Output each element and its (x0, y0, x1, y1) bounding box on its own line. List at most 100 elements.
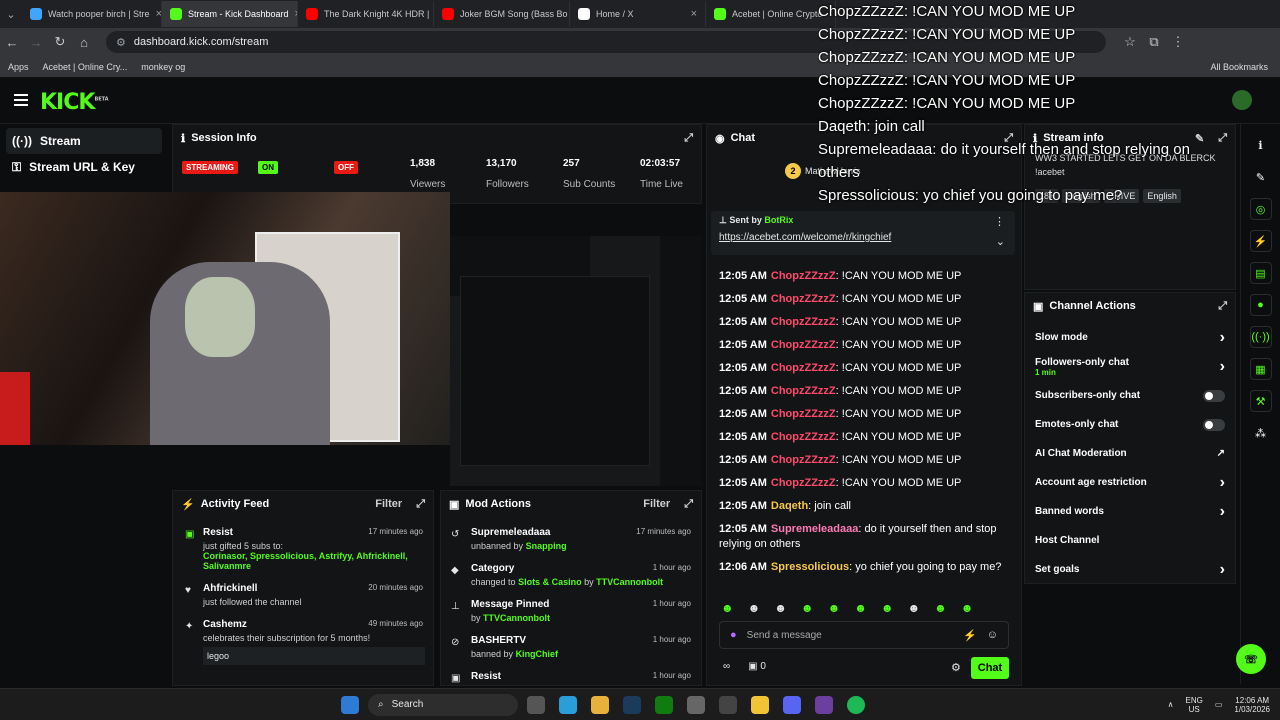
expand-icon[interactable]: ⤢ (1218, 132, 1227, 145)
browser-tab[interactable]: Home / X × (570, 1, 706, 27)
chevron-down-icon[interactable]: ⌄ (996, 235, 1005, 248)
chevron-right-icon[interactable]: › (1220, 474, 1225, 492)
spotify-icon[interactable] (847, 695, 865, 714)
kick-logo[interactable]: KICKBETA (40, 90, 109, 115)
emoji-icon[interactable]: ☺ (987, 629, 998, 641)
more-icon[interactable]: ⋮ (994, 215, 1005, 228)
support-icon[interactable]: ☏ (1236, 644, 1266, 674)
xbox-icon[interactable] (655, 695, 673, 714)
gift-icon[interactable]: ▣ 0 (748, 661, 766, 672)
mod-filter-button[interactable]: Filter (643, 498, 670, 510)
bookmark-monkey[interactable]: monkey og (141, 62, 185, 72)
chat-username[interactable]: ChopzZZzzZ (771, 339, 836, 351)
back-icon[interactable]: ← (0, 35, 24, 50)
raid-icon[interactable]: ⚡ (1249, 230, 1272, 252)
home-icon[interactable]: ⌂ (72, 35, 96, 50)
chat-username[interactable]: ChopzZZzzZ (771, 362, 836, 374)
external-link-icon[interactable]: ↗ (1217, 448, 1225, 459)
forward-icon[interactable]: → (24, 35, 48, 50)
app-icon[interactable] (687, 695, 705, 714)
chevron-right-icon[interactable]: › (1220, 329, 1225, 347)
chrome-icon[interactable] (591, 695, 609, 714)
channel-action-host-channel[interactable]: Host Channel (1025, 526, 1235, 555)
chat-send-button[interactable]: Chat (971, 657, 1009, 679)
clock[interactable]: 12:06 AM 1/03/2026 (1234, 696, 1270, 714)
all-bookmarks[interactable]: All Bookmarks (1210, 62, 1268, 72)
discord-icon[interactable] (783, 695, 801, 714)
tray-chevron-icon[interactable]: ∧ (1168, 700, 1174, 709)
chat-input[interactable]: ● Send a message ⚡ ☺ (719, 621, 1009, 649)
pinned-link[interactable]: https://acebet.com/welcome/r/kingchief (719, 232, 1007, 243)
storage-icon[interactable]: ▦ (1249, 358, 1272, 380)
emote-icon[interactable]: ☻ (934, 601, 947, 615)
browser-tab[interactable]: Acebet | Online Crypto (706, 1, 836, 27)
sidebar-item-stream[interactable]: ((·)) Stream (6, 128, 162, 154)
taskbar-search[interactable]: ⌕ Search (368, 693, 518, 716)
language-indicator[interactable]: ENG US (1186, 696, 1203, 714)
browser-tab-active[interactable]: Stream - Kick Dashboard× (162, 1, 298, 27)
bookmark-acebet[interactable]: Acebet | Online Cry... (43, 62, 128, 72)
expand-icon[interactable]: ⤢ (416, 498, 425, 511)
channel-action-followers-only-chat[interactable]: Followers-only chat 1 min › (1025, 352, 1235, 381)
steam-icon[interactable] (623, 695, 641, 714)
emote-icon[interactable]: ☻ (828, 601, 841, 615)
extensions-icon[interactable]: ⧉ (1142, 34, 1166, 50)
emote-icon[interactable]: ☻ (801, 601, 814, 615)
channel-action-ai-chat-moderation[interactable]: AI Chat Moderation ↗ (1025, 439, 1235, 468)
chat-username[interactable]: ChopzZZzzZ (771, 270, 836, 282)
mic-icon[interactable]: ● (730, 629, 737, 641)
settings-icon[interactable] (719, 695, 737, 714)
avatar[interactable] (1232, 90, 1252, 110)
hamburger-menu-icon[interactable] (14, 94, 28, 106)
activity-filter-button[interactable]: Filter (375, 498, 402, 510)
translate-icon[interactable]: ⚡ (963, 629, 977, 642)
chevron-right-icon[interactable]: › (1220, 561, 1225, 579)
browser-tab[interactable]: Joker BGM Song (Bass Bo× (434, 1, 570, 27)
emote-icon[interactable]: ☻ (854, 601, 867, 615)
channel-action-set-goals[interactable]: Set goals › (1025, 555, 1235, 584)
bookmark-star-icon[interactable]: ☆ (1118, 34, 1142, 50)
document-icon[interactable]: ▤ (1249, 262, 1272, 284)
chat-username[interactable]: Spressolicious (771, 561, 849, 573)
chat-username[interactable]: ChopzZZzzZ (771, 385, 836, 397)
info-icon[interactable]: ℹ (1250, 134, 1272, 156)
chevron-right-icon[interactable]: › (1220, 358, 1225, 376)
emote-icon[interactable]: ☻ (881, 601, 894, 615)
app-icon[interactable] (815, 695, 833, 714)
chat-username[interactable]: ChopzZZzzZ (771, 316, 836, 328)
channel-action-subscribers-only-chat[interactable]: Subscribers-only chat (1025, 381, 1235, 410)
chat-username[interactable]: Daqeth (771, 500, 808, 512)
points-icon[interactable]: ∞ (723, 661, 730, 672)
chat-username[interactable]: Supremeleadaaa (771, 523, 858, 535)
tab-search-icon[interactable]: ⌄ (0, 0, 22, 28)
channel-action-banned-words[interactable]: Banned words › (1025, 497, 1235, 526)
edit-icon[interactable]: ✎ (1195, 132, 1204, 145)
chat-username[interactable]: ChopzZZzzZ (771, 293, 836, 305)
expand-icon[interactable]: ⤢ (684, 498, 693, 511)
chat-username[interactable]: ChopzZZzzZ (771, 477, 836, 489)
file-explorer-icon[interactable] (751, 695, 769, 714)
windows-start-icon[interactable] (341, 695, 359, 714)
clip-icon[interactable]: ◎ (1249, 198, 1272, 220)
close-icon[interactable]: × (691, 8, 697, 20)
channel-action-emotes-only-chat[interactable]: Emotes-only chat (1025, 410, 1235, 439)
emote-icon[interactable]: ☻ (961, 601, 974, 615)
edit-icon[interactable]: ✎ (1250, 166, 1272, 188)
bookmark-apps[interactable]: Apps (8, 62, 29, 72)
stream-preview[interactable] (450, 236, 660, 486)
sidebar-item-stream-url-key[interactable]: ⚿ Stream URL & Key (0, 154, 168, 180)
site-info-icon[interactable]: ⚙ (116, 36, 126, 49)
chat-username[interactable]: ChopzZZzzZ (771, 454, 836, 466)
network-icon[interactable]: ▭ (1215, 700, 1223, 709)
chevron-right-icon[interactable]: › (1220, 503, 1225, 521)
browser-tab[interactable]: The Dark Knight 4K HDR |× (298, 1, 434, 27)
menu-icon[interactable]: ⋮ (1166, 34, 1190, 50)
task-view-icon[interactable] (527, 695, 545, 714)
expand-icon[interactable]: ⤢ (1004, 132, 1013, 145)
expand-icon[interactable]: ⤢ (1218, 300, 1227, 313)
apps-icon[interactable]: ⁂ (1250, 422, 1272, 444)
expand-icon[interactable]: ⤢ (684, 132, 693, 145)
toggle-switch[interactable] (1203, 418, 1225, 431)
edge-icon[interactable] (559, 695, 577, 714)
emote-icon[interactable]: ☻ (721, 601, 734, 615)
